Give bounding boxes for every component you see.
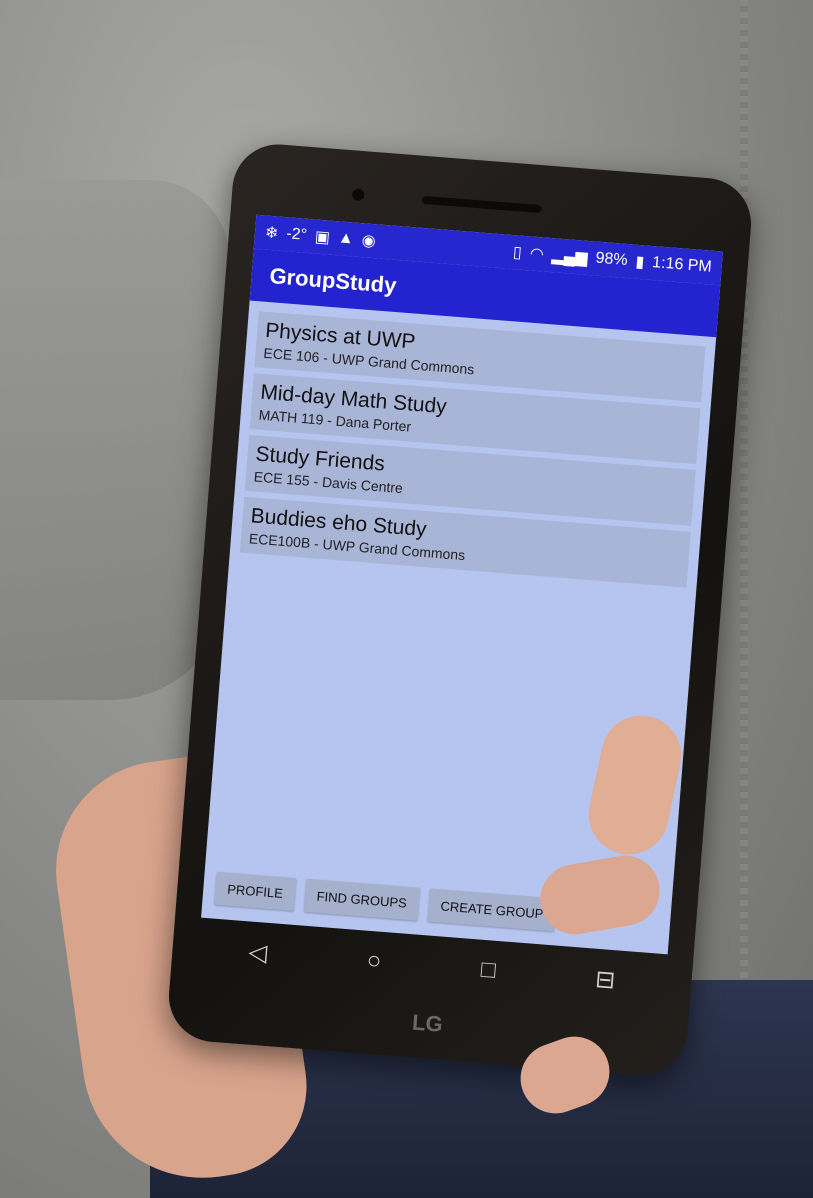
dual-window-icon[interactable]: ⊟ [594, 964, 616, 994]
battery-icon: ▮ [634, 253, 645, 272]
profile-button[interactable]: PROFILE [214, 871, 297, 911]
drive-icon: ▲ [337, 229, 355, 248]
video-icon: ▣ [314, 228, 331, 247]
snowflake-icon: ❄ [264, 224, 280, 243]
battery-percent: 98% [594, 249, 629, 270]
wifi-icon: ◠ [529, 245, 545, 264]
find-groups-button[interactable]: FIND GROUPS [303, 878, 421, 921]
create-group-button[interactable]: CREATE GROUP [427, 888, 557, 932]
app-title: GroupStudy [268, 263, 398, 298]
background-sleeve [0, 180, 230, 700]
earpiece-speaker [421, 195, 543, 214]
home-icon[interactable]: ○ [366, 947, 383, 976]
back-icon[interactable]: ◁ [247, 937, 269, 967]
recents-icon[interactable]: □ [480, 956, 497, 985]
vibrate-icon: ▯ [512, 244, 523, 262]
clock: 1:16 PM [651, 254, 713, 276]
group-list: Physics at UWP ECE 106 - UWP Grand Commo… [230, 301, 716, 589]
sync-icon: ◉ [361, 232, 377, 251]
front-camera [351, 188, 365, 202]
signal-icon: ▂▄▆ [551, 247, 589, 267]
phone: ❄ -2° ▣ ▲ ◉ ▯ ◠ ▂▄▆ 98% ▮ 1:16 PM GroupS… [165, 140, 755, 1080]
temperature-label: -2° [285, 225, 308, 244]
